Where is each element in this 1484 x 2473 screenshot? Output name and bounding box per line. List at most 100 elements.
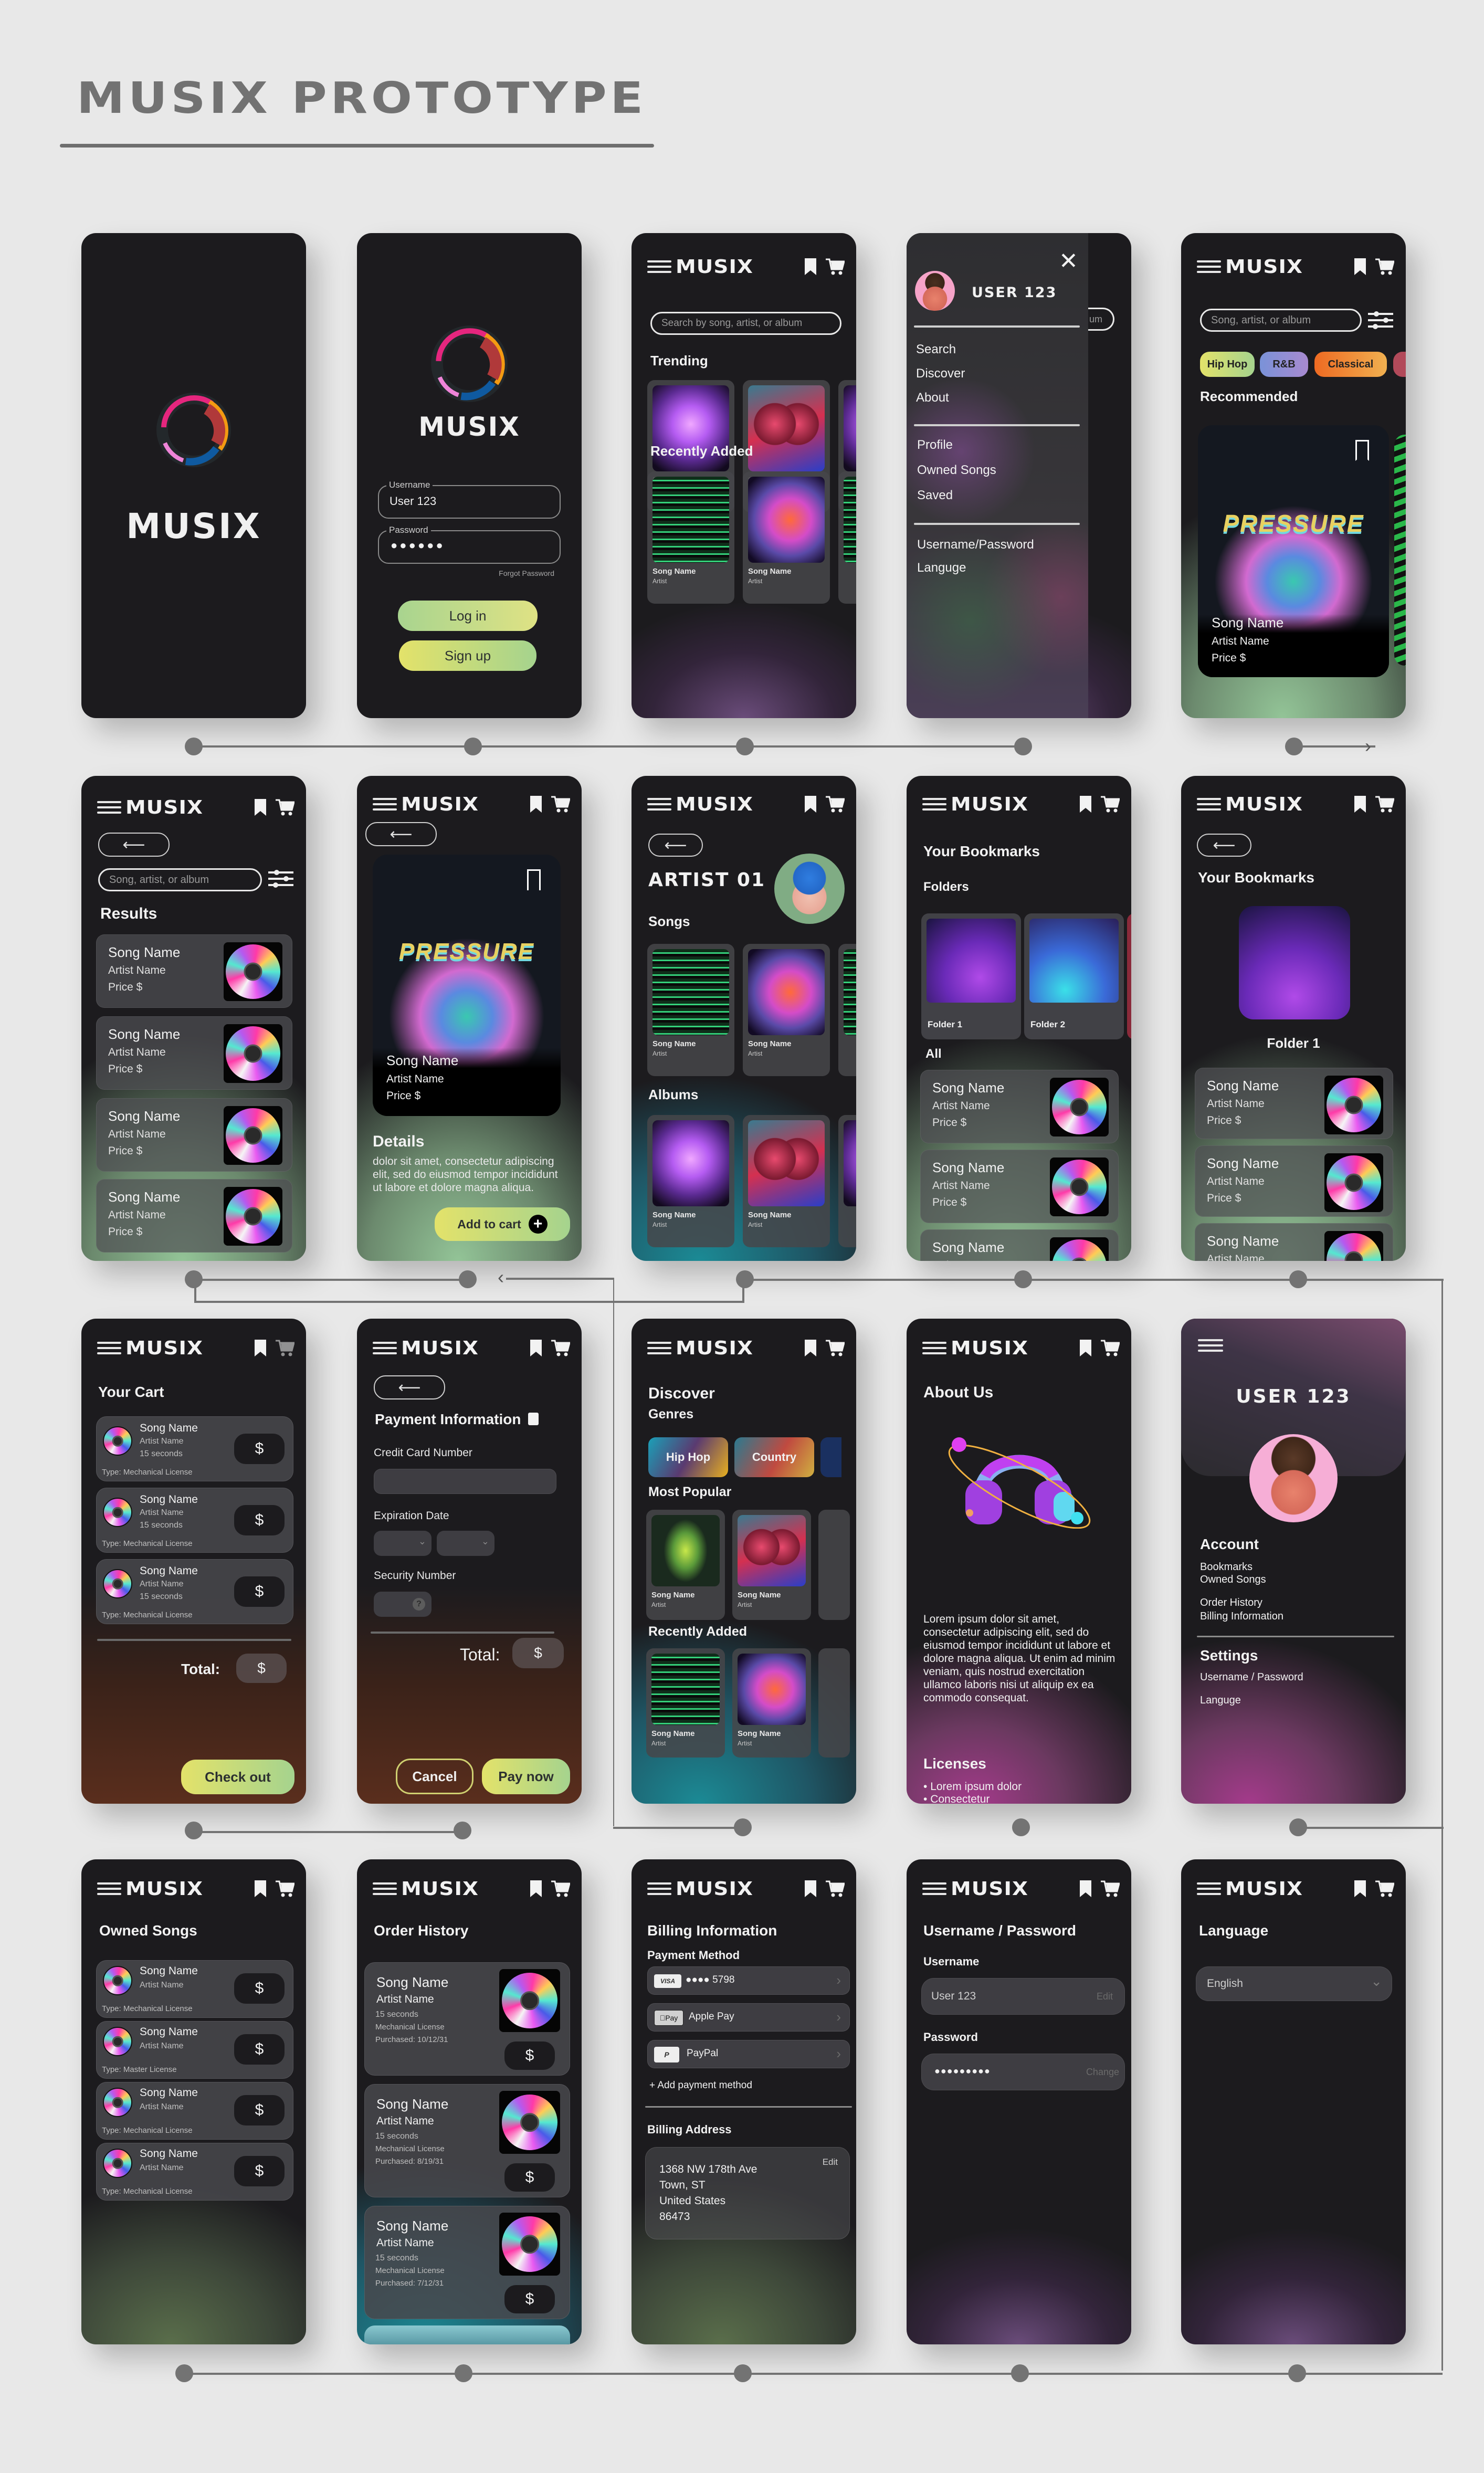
profile-link-language[interactable]: Languge [1200, 1695, 1241, 1707]
menu-item-saved[interactable]: Saved [917, 488, 953, 503]
cart-icon[interactable] [826, 795, 845, 813]
payment-method-applepay[interactable]: Pay Apple Pay › [647, 2003, 850, 2032]
add-to-cart-button[interactable]: Add to cart + [435, 1207, 570, 1241]
menu-item-owned-songs[interactable]: Owned Songs [917, 463, 996, 478]
payment-method-paypal[interactable]: P PayPal › [647, 2040, 850, 2068]
genre-chip-rnb[interactable]: R&B [1260, 352, 1308, 377]
price-pill[interactable]: $ [234, 1434, 285, 1464]
order-item-partial[interactable] [364, 2325, 570, 2344]
order-item[interactable]: Song Name Artist Name 15 seconds Mechanical… [364, 2084, 570, 2197]
bookmark-icon[interactable] [1354, 796, 1366, 813]
bookmark-row[interactable]: Song Name Artist Name Price $ [920, 1150, 1119, 1223]
price-pill[interactable]: $ [234, 2095, 285, 2125]
price-pill[interactable]: $ [234, 1973, 285, 2004]
album-tile[interactable]: Song NameArtist [647, 1115, 734, 1247]
folder-song-row[interactable]: Song Name Artist Name Price $ [1195, 1145, 1393, 1217]
cart-icon[interactable] [1375, 258, 1395, 276]
hamburger-icon[interactable] [373, 1340, 397, 1356]
hamburger-icon[interactable] [97, 1881, 121, 1897]
hamburger-icon[interactable] [922, 1881, 946, 1897]
song-tile[interactable]: Song Name Artist [647, 944, 734, 1076]
cart-icon[interactable] [551, 1339, 571, 1357]
bookmark-icon[interactable] [255, 799, 266, 816]
order-item[interactable]: Song Name Artist Name 15 seconds Mechanical… [364, 2206, 570, 2319]
folder-song-row[interactable]: Song Name Artist Name [1195, 1223, 1393, 1261]
genre-chip-hiphop[interactable]: Hip Hop [1200, 352, 1255, 377]
bookmark-row[interactable]: Song Name Artist Name Price $ [920, 1070, 1119, 1143]
bookmark-icon[interactable] [1354, 258, 1366, 275]
hamburger-icon[interactable] [922, 1340, 946, 1356]
profile-link-order-history[interactable]: Order History [1200, 1597, 1262, 1609]
username-field[interactable]: Username User 123 [378, 480, 561, 519]
bookmark-icon[interactable] [255, 1340, 266, 1356]
cart-icon[interactable] [1375, 1880, 1395, 1898]
add-payment-method-link[interactable]: + Add payment method [649, 2080, 752, 2091]
song-tile[interactable]: Song Name Artist [732, 1510, 811, 1620]
bookmark-icon[interactable] [255, 1880, 266, 1897]
bookmark-icon[interactable] [805, 1880, 816, 1897]
folder-tile-partial[interactable] [1127, 913, 1131, 1039]
cart-icon[interactable] [276, 798, 295, 816]
genre-card-hiphop[interactable]: Hip Hop [648, 1437, 728, 1477]
price-pill[interactable]: $ [504, 2285, 555, 2313]
hamburger-icon[interactable] [1197, 259, 1221, 275]
album-tile[interactable]: Song NameArtist [743, 1115, 830, 1247]
cart-icon[interactable] [551, 795, 571, 813]
song-tile[interactable] [818, 1648, 850, 1758]
song-tile[interactable]: Song Name Artist [732, 1648, 811, 1758]
back-button[interactable]: ⟵ [374, 1375, 445, 1399]
hamburger-icon[interactable] [647, 1340, 671, 1356]
cart-icon[interactable] [276, 1880, 295, 1898]
price-pill[interactable]: $ [504, 2041, 555, 2070]
result-row[interactable]: Song Name Artist Name Price $ [96, 934, 292, 1008]
card-number-input[interactable] [374, 1469, 556, 1494]
back-button[interactable]: ⟵ [98, 833, 170, 857]
profile-link-billing[interactable]: Billing Information [1200, 1611, 1283, 1623]
result-row[interactable]: Song Name Artist Name Price $ [96, 1016, 292, 1090]
menu-item-about[interactable]: About [916, 391, 949, 405]
menu-item-language[interactable]: Languge [917, 561, 966, 575]
menu-item-search[interactable]: Search [916, 342, 956, 357]
menu-item-username-password[interactable]: Username/Password [917, 538, 1034, 552]
owned-item[interactable]: Song Name Artist Name Type: Mechanical Lic… [96, 2143, 293, 2201]
owned-item[interactable]: Song Name Artist Name Type: Mechanical Lic… [96, 2082, 293, 2140]
search-input[interactable]: Search by song, artist, or album [650, 312, 841, 335]
cart-icon[interactable] [1101, 1880, 1120, 1898]
cart-icon[interactable] [551, 1880, 571, 1898]
menu-item-discover[interactable]: Discover [916, 366, 965, 381]
cart-icon[interactable] [826, 1880, 845, 1898]
album-tile[interactable]: Song NameArtist [647, 471, 734, 604]
hamburger-icon[interactable] [1197, 1881, 1221, 1897]
genre-card-country[interactable]: Country [734, 1437, 814, 1477]
password-field[interactable]: ●●●●●●●●● Change [921, 2054, 1125, 2090]
album-tile[interactable] [838, 471, 856, 604]
pay-now-button[interactable]: Pay now [482, 1759, 570, 1794]
price-pill[interactable]: $ [504, 2163, 555, 2192]
hamburger-icon[interactable] [97, 1340, 121, 1356]
recommended-card[interactable]: PRESSURE Song Name Artist Name Price $ [1198, 425, 1389, 677]
song-tile[interactable] [818, 1510, 850, 1620]
bookmark-icon[interactable] [805, 796, 816, 813]
owned-item[interactable]: Song Name Artist Name Type: Master License… [96, 2021, 293, 2079]
login-button[interactable]: Log in [398, 601, 538, 631]
result-row[interactable]: Song Name Artist Name Price $ [96, 1098, 292, 1172]
payment-method-visa-row[interactable]: VISA ●●●● 5798 › [647, 1966, 850, 1995]
cart-icon[interactable] [826, 258, 845, 276]
cart-icon[interactable] [1101, 1339, 1120, 1357]
cart-item[interactable]: Song Name Artist Name 15 seconds Type: Mech… [96, 1559, 293, 1624]
recommended-card-next[interactable] [1394, 435, 1406, 666]
genre-card-partial[interactable] [820, 1437, 841, 1477]
search-input[interactable]: Song, artist, or album [1200, 309, 1362, 332]
result-row[interactable]: Song Name Artist Name Price $ [96, 1179, 292, 1253]
hamburger-icon[interactable] [647, 1881, 671, 1897]
back-button[interactable]: ⟵ [648, 834, 703, 857]
bookmark-icon[interactable] [530, 1880, 542, 1897]
bookmark-icon[interactable] [805, 1340, 816, 1356]
song-tile[interactable] [838, 944, 856, 1076]
address-edit-link[interactable]: Edit [823, 2157, 838, 2167]
search-input[interactable]: Song, artist, or album [98, 868, 262, 891]
album-tile[interactable] [838, 1115, 856, 1247]
bookmark-icon[interactable] [1080, 1880, 1091, 1897]
hamburger-icon[interactable] [1197, 796, 1221, 812]
order-item[interactable]: Song Name Artist Name 15 seconds Mechanical… [364, 1962, 570, 2076]
